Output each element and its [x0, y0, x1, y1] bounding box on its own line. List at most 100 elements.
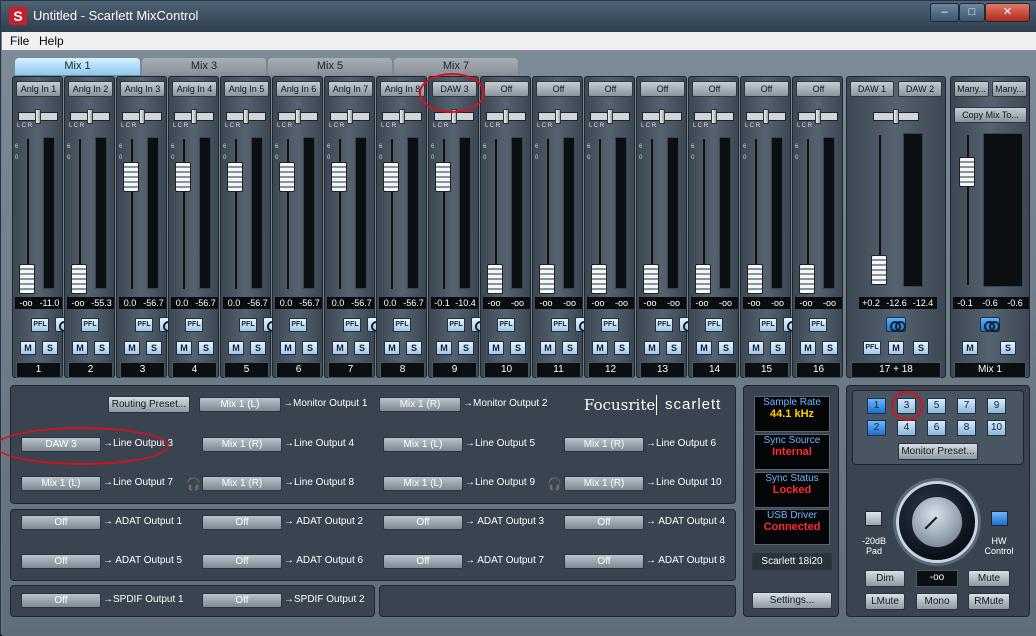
mute-button[interactable]: M [696, 341, 712, 355]
solo-button[interactable]: S [198, 341, 214, 355]
channel-fader[interactable] [71, 264, 87, 294]
pfl-button[interactable]: PFL [393, 318, 411, 332]
monitor-button-3[interactable]: 3 [897, 398, 916, 414]
mute-button[interactable]: M [644, 341, 660, 355]
pfl-button[interactable]: PFL [239, 318, 257, 332]
channel-fader[interactable] [331, 162, 347, 192]
adat-output-3-source-select[interactable]: Off [383, 515, 463, 530]
line-output-3-source-select[interactable]: DAW 3 [21, 437, 101, 452]
lmute-button[interactable]: LMute [865, 593, 905, 610]
tab-mix-5[interactable]: Mix 5 [268, 58, 392, 75]
mute-button[interactable]: M [592, 341, 608, 355]
channel-pan[interactable] [70, 109, 110, 124]
pad-toggle[interactable] [865, 511, 882, 526]
mute-button[interactable]: M [800, 341, 816, 355]
channel-pan[interactable] [590, 109, 630, 124]
channel-source-button[interactable]: Off [484, 81, 529, 97]
sync-source-box[interactable]: Sync Source Internal [754, 434, 830, 470]
solo-button[interactable]: S [822, 341, 838, 355]
monitor-output-2-source-select[interactable]: Mix 1 (R) [379, 397, 461, 412]
channel-fader[interactable] [435, 162, 451, 192]
spdif-output-1-source-select[interactable]: Off [21, 593, 101, 608]
solo-button[interactable]: S [458, 341, 474, 355]
daw-strip-pfl-button[interactable]: PFL [863, 341, 881, 355]
dim-button[interactable]: Dim [865, 570, 905, 587]
solo-button[interactable]: S [354, 341, 370, 355]
channel-source-button[interactable]: Off [744, 81, 789, 97]
adat-output-6-source-select[interactable]: Off [202, 554, 282, 569]
monitor-button-6[interactable]: 6 [927, 420, 946, 436]
monitor-volume-knob[interactable] [896, 481, 978, 563]
pfl-button[interactable]: PFL [81, 318, 99, 332]
monitor-button-7[interactable]: 7 [957, 398, 976, 414]
line-output-4-source-select[interactable]: Mix 1 (R) [202, 437, 282, 452]
channel-fader[interactable] [695, 264, 711, 294]
daw-strip-source-right[interactable]: DAW 2 [898, 81, 942, 97]
master-solo-button[interactable]: S [1000, 341, 1016, 355]
channel-pan[interactable] [382, 109, 422, 124]
channel-source-button[interactable]: Anlg In 5 [224, 81, 269, 97]
adat-output-8-source-select[interactable]: Off [564, 554, 644, 569]
channel-fader[interactable] [123, 162, 139, 192]
channel-pan[interactable] [174, 109, 214, 124]
channel-fader[interactable] [799, 264, 815, 294]
pfl-button[interactable]: PFL [135, 318, 153, 332]
monitor-button-5[interactable]: 5 [927, 398, 946, 414]
mute-button[interactable]: M [228, 341, 244, 355]
solo-button[interactable]: S [42, 341, 58, 355]
tab-mix-3[interactable]: Mix 3 [142, 58, 266, 75]
mute-button[interactable]: M [20, 341, 36, 355]
channel-source-button[interactable]: Anlg In 7 [328, 81, 373, 97]
pfl-button[interactable]: PFL [705, 318, 723, 332]
solo-button[interactable]: S [562, 341, 578, 355]
pfl-button[interactable]: PFL [31, 318, 49, 332]
hw-control-toggle[interactable] [991, 511, 1008, 526]
channel-pan[interactable] [746, 109, 786, 124]
pfl-button[interactable]: PFL [497, 318, 515, 332]
channel-pan[interactable] [694, 109, 734, 124]
daw-strip-solo-button[interactable]: S [913, 341, 929, 355]
mute-button[interactable]: M [540, 341, 556, 355]
channel-fader[interactable] [227, 162, 243, 192]
mute-button[interactable]: M [488, 341, 504, 355]
channel-source-button[interactable]: Off [692, 81, 737, 97]
channel-pan[interactable] [278, 109, 318, 124]
line-output-10-source-select[interactable]: Mix 1 (R) [564, 476, 644, 491]
menu-file[interactable]: File [10, 34, 29, 48]
mute-button[interactable]: M [72, 341, 88, 355]
master-source-right[interactable]: Many... [992, 81, 1027, 97]
channel-source-button[interactable]: Off [536, 81, 581, 97]
pfl-button[interactable]: PFL [551, 318, 569, 332]
pfl-button[interactable]: PFL [601, 318, 619, 332]
line-output-5-source-select[interactable]: Mix 1 (L) [383, 437, 463, 452]
channel-fader[interactable] [175, 162, 191, 192]
monitor-button-8[interactable]: 8 [957, 420, 976, 436]
rmute-button[interactable]: RMute [968, 593, 1010, 610]
solo-button[interactable]: S [146, 341, 162, 355]
tab-mix-1[interactable]: Mix 1 [15, 58, 140, 75]
channel-source-button[interactable]: DAW 3 [432, 81, 477, 97]
mute-button[interactable]: M [748, 341, 764, 355]
channel-pan[interactable] [798, 109, 838, 124]
pfl-button[interactable]: PFL [809, 318, 827, 332]
adat-output-2-source-select[interactable]: Off [202, 515, 282, 530]
channel-pan[interactable] [330, 109, 370, 124]
daw-strip-link-icon[interactable] [886, 317, 906, 332]
daw-strip-pan[interactable] [873, 109, 919, 124]
master-mute-button[interactable]: M [962, 341, 978, 355]
line-output-8-source-select[interactable]: Mix 1 (R) [202, 476, 282, 491]
maximize-button[interactable]: □ [959, 3, 985, 22]
monitor-button-2[interactable]: 2 [867, 420, 886, 436]
channel-source-button[interactable]: Anlg In 3 [120, 81, 165, 97]
channel-fader[interactable] [539, 264, 555, 294]
channel-source-button[interactable]: Anlg In 2 [68, 81, 113, 97]
monitor-output-1-source-select[interactable]: Mix 1 (L) [199, 397, 281, 412]
line-output-6-source-select[interactable]: Mix 1 (R) [564, 437, 644, 452]
monitor-button-9[interactable]: 9 [987, 398, 1006, 414]
line-output-7-source-select[interactable]: Mix 1 (L) [21, 476, 101, 491]
monitor-button-10[interactable]: 10 [987, 420, 1006, 436]
monitor-button-4[interactable]: 4 [897, 420, 916, 436]
master-link-icon[interactable] [980, 317, 1000, 332]
daw-strip-mute-button[interactable]: M [888, 341, 904, 355]
tab-mix-7[interactable]: Mix 7 [394, 58, 518, 75]
